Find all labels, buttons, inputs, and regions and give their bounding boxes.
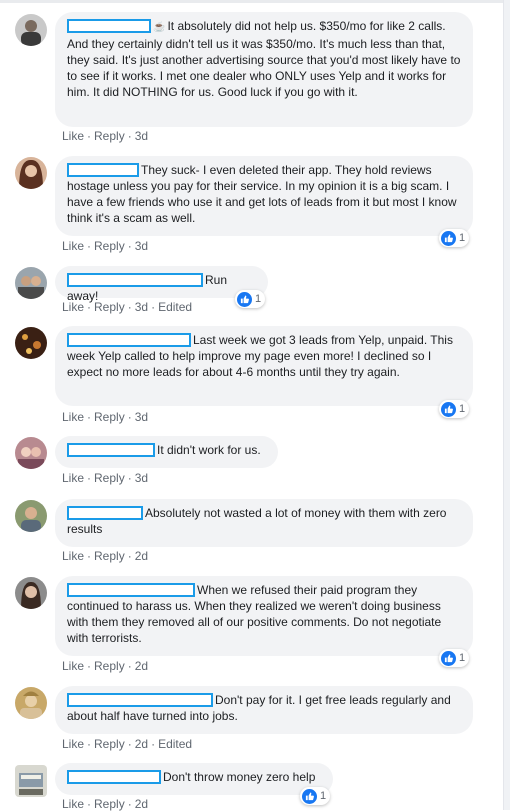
- avatar[interactable]: [15, 500, 47, 532]
- redacted-name[interactable]: [67, 19, 151, 33]
- timestamp[interactable]: 2d: [135, 797, 148, 811]
- avatar[interactable]: [15, 687, 47, 719]
- comment-actions: Like · Reply · 3d: [62, 129, 149, 143]
- edited-label: Edited: [158, 300, 193, 314]
- thumbs-up-icon: [441, 230, 456, 246]
- timestamp[interactable]: 3d: [135, 410, 148, 424]
- like-link[interactable]: Like: [62, 300, 84, 314]
- avatar[interactable]: [15, 267, 47, 299]
- redacted-name[interactable]: [67, 333, 191, 347]
- comment-actions: Like · Reply · 3d · Edited: [62, 300, 193, 314]
- comment-bubble: They suck- I even deleted their app. The…: [55, 156, 473, 236]
- comment-actions: Like · Reply · 2d: [62, 659, 149, 673]
- reply-link[interactable]: Reply: [94, 659, 125, 673]
- like-link[interactable]: Like: [62, 239, 84, 253]
- reaction-number: 1: [459, 403, 466, 415]
- reply-link[interactable]: Reply: [94, 300, 125, 314]
- reply-link[interactable]: Reply: [94, 549, 125, 563]
- comment-actions: Like · Reply · 3d: [62, 471, 149, 485]
- thumbs-up-icon: [441, 401, 456, 417]
- timestamp[interactable]: 3d: [135, 239, 148, 253]
- edited-label: Edited: [158, 737, 193, 751]
- redacted-name[interactable]: [67, 770, 161, 784]
- timestamp[interactable]: 2d: [135, 549, 148, 563]
- top-divider: [0, 0, 510, 3]
- comment-bubble: Absolutely not wasted a lot of money wit…: [55, 499, 473, 547]
- reaction-number: 1: [459, 232, 466, 244]
- reply-link[interactable]: Reply: [94, 471, 125, 485]
- reply-link[interactable]: Reply: [94, 410, 125, 424]
- reaction-number: 1: [459, 652, 466, 664]
- comment-bubble: ☕ It absolutely did not help us. $350/mo …: [55, 12, 473, 127]
- comment-actions: Like · Reply · 3d: [62, 239, 149, 253]
- like-link[interactable]: Like: [62, 659, 84, 673]
- comment-text: Don't throw money zero help: [163, 770, 316, 784]
- comment-actions: Like · Reply · 2d · Edited: [62, 737, 193, 751]
- reaction-count[interactable]: 1: [300, 787, 331, 805]
- like-link[interactable]: Like: [62, 471, 84, 485]
- thumbs-up-icon: [237, 291, 252, 307]
- timestamp[interactable]: 3d: [135, 300, 148, 314]
- reaction-count[interactable]: 1: [439, 400, 470, 418]
- redacted-name[interactable]: [67, 693, 213, 707]
- thumbs-up-icon: [441, 650, 456, 666]
- reaction-number: 1: [255, 293, 262, 305]
- reaction-number: 1: [320, 790, 327, 802]
- timestamp[interactable]: 3d: [135, 471, 148, 485]
- avatar[interactable]: [15, 577, 47, 609]
- reply-link[interactable]: Reply: [94, 797, 125, 811]
- scroll-edge[interactable]: [503, 0, 510, 810]
- comment-bubble: When we refused their paid program they …: [55, 576, 473, 656]
- reply-link[interactable]: Reply: [94, 129, 125, 143]
- like-link[interactable]: Like: [62, 129, 84, 143]
- redacted-name[interactable]: [67, 163, 139, 177]
- like-link[interactable]: Like: [62, 737, 84, 751]
- comment-actions: Like · Reply · 2d: [62, 549, 149, 563]
- comment-text: It didn't work for us.: [157, 443, 261, 457]
- timestamp[interactable]: 2d: [135, 659, 148, 673]
- like-link[interactable]: Like: [62, 797, 84, 811]
- reaction-count[interactable]: 1: [235, 290, 266, 308]
- reply-link[interactable]: Reply: [94, 737, 125, 751]
- comment-bubble: Don't throw money zero help: [55, 763, 333, 795]
- reaction-count[interactable]: 1: [439, 229, 470, 247]
- reply-link[interactable]: Reply: [94, 239, 125, 253]
- avatar[interactable]: [15, 14, 47, 46]
- thumbs-up-icon: [302, 788, 317, 804]
- comment-actions: Like · Reply · 2d: [62, 797, 149, 811]
- avatar[interactable]: [15, 437, 47, 469]
- redacted-name[interactable]: [67, 443, 155, 457]
- comment-bubble: Don't pay for it. I get free leads regul…: [55, 686, 473, 734]
- timestamp[interactable]: 2d: [135, 737, 148, 751]
- comment-bubble: It didn't work for us.: [55, 436, 278, 468]
- avatar[interactable]: [15, 327, 47, 359]
- comment-actions: Like · Reply · 3d: [62, 410, 149, 424]
- avatar[interactable]: [15, 765, 47, 797]
- reaction-count[interactable]: 1: [439, 649, 470, 667]
- redacted-name[interactable]: [67, 273, 203, 287]
- like-link[interactable]: Like: [62, 549, 84, 563]
- redacted-name[interactable]: [67, 506, 143, 520]
- coffee-icon: ☕: [153, 22, 166, 33]
- like-link[interactable]: Like: [62, 410, 84, 424]
- timestamp[interactable]: 3d: [135, 129, 148, 143]
- comment-bubble: Last week we got 3 leads from Yelp, unpa…: [55, 326, 473, 406]
- redacted-name[interactable]: [67, 583, 195, 597]
- avatar[interactable]: [15, 157, 47, 189]
